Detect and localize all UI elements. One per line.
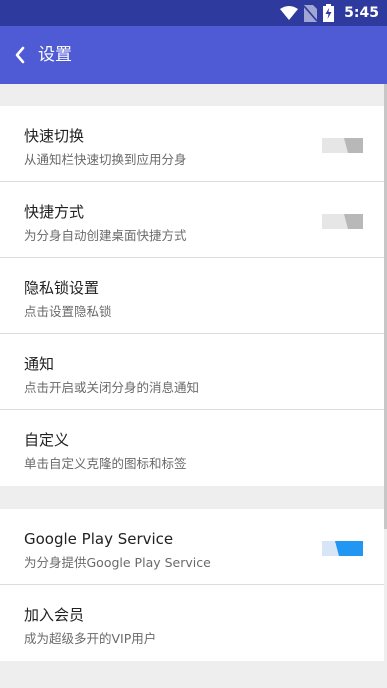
services-group: Google Play Service 为分身提供Google Play Ser… [0, 509, 384, 661]
setting-privacy-lock[interactable]: 隐私锁设置 点击设置隐私锁 [0, 258, 384, 334]
setting-subtitle: 点击开启或关闭分身的消息通知 [24, 380, 200, 395]
setting-quick-switch[interactable]: 快速切换 从通知栏快速切换到应用分身 [0, 106, 384, 182]
app-bar: 设置 [0, 26, 387, 84]
settings-group: 快速切换 从通知栏快速切换到应用分身 快捷方式 为分身自动创建桌面快捷方式 隐私… [0, 106, 384, 486]
setting-subtitle: 点击设置隐私锁 [24, 304, 112, 319]
setting-subtitle: 成为超级多开的VIP用户 [24, 631, 157, 646]
shortcut-toggle[interactable] [322, 214, 363, 229]
clock: 5:45 [344, 5, 379, 21]
setting-customize[interactable]: 自定义 单击自定义克隆的图标和标签 [0, 410, 384, 486]
setting-title: 快捷方式 [24, 203, 85, 221]
no-sim-icon [304, 4, 318, 22]
setting-subtitle: 单击自定义克隆的图标和标签 [24, 456, 187, 471]
status-bar: 5:45 [0, 0, 387, 26]
setting-vip-membership[interactable]: 加入会员 成为超级多开的VIP用户 [0, 585, 384, 661]
setting-google-play-service[interactable]: Google Play Service 为分身提供Google Play Ser… [0, 509, 384, 585]
back-arrow-icon[interactable] [9, 43, 33, 67]
setting-subtitle: 为分身提供Google Play Service [24, 555, 211, 570]
google-play-service-toggle[interactable] [322, 541, 363, 556]
setting-title: 隐私锁设置 [24, 279, 100, 297]
setting-shortcut[interactable]: 快捷方式 为分身自动创建桌面快捷方式 [0, 182, 384, 258]
setting-subtitle: 从通知栏快速切换到应用分身 [24, 152, 187, 167]
setting-notification[interactable]: 通知 点击开启或关闭分身的消息通知 [0, 334, 384, 410]
wifi-icon [280, 6, 299, 20]
setting-title: 通知 [24, 355, 55, 373]
page-title: 设置 [38, 45, 72, 65]
setting-title: 加入会员 [24, 606, 85, 624]
setting-title: Google Play Service [24, 530, 174, 548]
battery-charging-icon [323, 4, 335, 22]
setting-title: 自定义 [24, 431, 70, 449]
setting-subtitle: 为分身自动创建桌面快捷方式 [24, 228, 187, 243]
quick-switch-toggle[interactable] [322, 138, 363, 153]
setting-title: 快速切换 [24, 127, 85, 145]
